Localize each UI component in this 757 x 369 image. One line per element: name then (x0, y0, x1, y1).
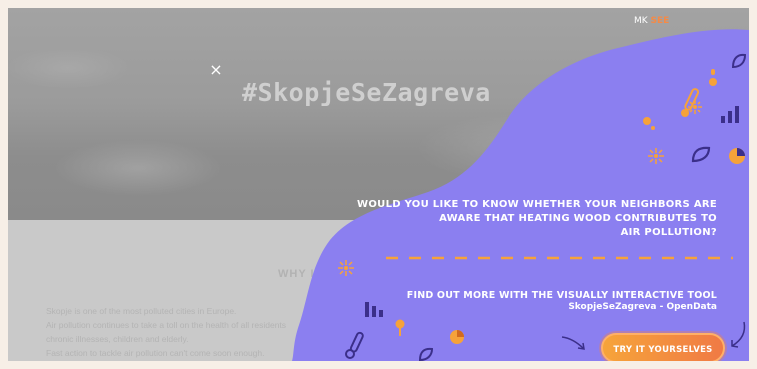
try-it-button[interactable]: TRY IT YOURSELVES (601, 333, 725, 361)
popup-opendata-text: SkopjeSeZagreva - OpenData (568, 302, 717, 312)
arrow-icon (561, 336, 585, 350)
leaf-icon (731, 53, 747, 69)
popup-question-line: AWARE THAT HEATING WOOD CONTRIBUTES TO (439, 213, 717, 224)
pie-chart-icon (450, 330, 464, 344)
drop-icon (709, 69, 717, 86)
leaf-icon (418, 347, 434, 361)
popup-find-text: FIND OUT MORE WITH THE VISUALLY INTERACT… (406, 290, 717, 301)
sparkle-icon (688, 100, 702, 114)
drop-icon (395, 319, 405, 336)
popup-question-line: AIR POLLUTION? (620, 227, 717, 238)
sparkle-icon (338, 260, 354, 276)
brand-logo[interactable]: MK SEE (634, 16, 669, 26)
bar-chart-icon (721, 106, 739, 123)
bar-chart-icon (365, 302, 383, 317)
brand-part: MK (634, 16, 648, 26)
arrow-icon (731, 321, 746, 348)
popup-question-line: WOULD YOU LIKE TO KNOW WHETHER YOUR NEIG… (357, 199, 717, 210)
thermometer-icon (345, 331, 364, 359)
pie-chart-icon (729, 148, 745, 164)
screenshot-stage: #SkopjeSeZagreva WHY IS S Skopje is one … (0, 0, 757, 369)
sparkle-icon (648, 148, 664, 164)
web-page: #SkopjeSeZagreva WHY IS S Skopje is one … (8, 8, 749, 361)
leaf-icon (691, 146, 711, 163)
close-icon[interactable]: × (206, 60, 226, 80)
drop-icon (643, 117, 655, 130)
brand-part: SEE (650, 16, 670, 26)
